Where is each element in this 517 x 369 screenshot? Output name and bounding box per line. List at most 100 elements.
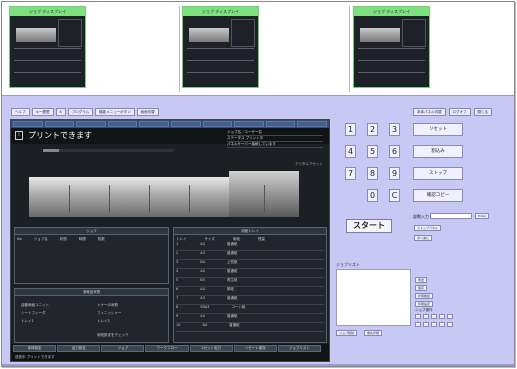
panel-title: 消耗品状態 (15, 289, 168, 296)
tab-one-set[interactable]: 1セット出力 (189, 345, 233, 352)
logoff-button[interactable]: ログオフ (448, 108, 471, 116)
screen-thumbnail[interactable]: ジョブ ディスプレイ (182, 6, 259, 88)
table-row[interactable]: 8 SRA3 コート紙 (176, 305, 324, 314)
reset-button[interactable]: リセット (413, 123, 463, 136)
key-7[interactable]: 7 (345, 167, 356, 180)
step-button[interactable] (423, 322, 429, 327)
machine-illustration (29, 167, 299, 217)
key-1[interactable]: 1 (345, 123, 356, 136)
help-button[interactable]: ヘルプ (11, 108, 30, 116)
tab-remote-save[interactable]: リモート保存 (233, 345, 277, 352)
screen-thumbnail[interactable]: ジョブ ディスプレイ (353, 6, 430, 88)
table-cell: A3 (200, 251, 205, 255)
function-menu-button[interactable]: 機能メニューボタン (95, 108, 135, 116)
key-5[interactable]: 5 (367, 145, 378, 158)
copies-input[interactable] (430, 213, 472, 219)
step-button[interactable] (447, 322, 453, 327)
tray-panel: 用紙トレイ トレイ サイズ 用紙 残量 1 A4 普通紙 2 A3 普通紙 3 B4 上質紙 4 A… (173, 227, 327, 343)
table-row[interactable]: 7 A3 普通紙 (176, 296, 324, 305)
key-4[interactable]: 4 (345, 145, 356, 158)
print-settings-button[interactable]: 印刷設定 (415, 301, 434, 307)
step-button[interactable] (431, 322, 437, 327)
status-check-button[interactable]: 状態確認 (415, 293, 434, 299)
screen-switch-button[interactable]: 画面切替 (136, 108, 159, 116)
table-cell: 1 (176, 242, 179, 246)
resend-button[interactable]: 再送 (415, 277, 428, 283)
tab-device-settings[interactable]: 本体設定 (13, 345, 57, 352)
table-cell: A4 (200, 314, 205, 318)
stop-button[interactable]: ストップ (413, 167, 463, 180)
table-row[interactable]: 4 A4 普通紙 (176, 269, 324, 278)
tab-job[interactable]: ジョブ (101, 345, 145, 352)
table-cell: 9 (176, 314, 179, 318)
screen-thumbnail[interactable]: ジョブ ディスプレイ (9, 6, 86, 88)
menu-item[interactable] (44, 121, 75, 127)
program-button[interactable]: プログラム (67, 108, 94, 116)
device-screen[interactable]: i プリントできます ジョブ名／ユーザー名 ステータス プリント中 パネルサーバ… (10, 119, 330, 362)
key-history-button[interactable]: キー履歴 (31, 108, 54, 116)
table-row[interactable]: 2 A3 普通紙 (176, 251, 324, 260)
divider (358, 48, 425, 49)
menu-item[interactable] (234, 121, 264, 127)
step-button[interactable] (447, 314, 453, 319)
table-cell: A3 (200, 296, 205, 300)
table-row[interactable]: 5 B5 再生紙 (176, 278, 324, 287)
close-button[interactable]: 閉じる (473, 108, 492, 116)
menu-item[interactable] (107, 121, 138, 127)
next-button[interactable]: 次へ進む (414, 235, 433, 241)
step-button[interactable] (439, 314, 445, 319)
thumbnail-preview (183, 16, 258, 87)
interrupt-button[interactable]: 割込み (413, 145, 463, 158)
step-button[interactable] (431, 314, 437, 319)
table-row[interactable]: 1 A4 普通紙 (176, 242, 324, 251)
proof-copy-button[interactable]: 確認コピー (413, 189, 463, 202)
divider (349, 6, 350, 92)
supplies-panel: 消耗品状態 自動両面ユニット トナーの消費 シートフィーダ フィニッシャー トレ… (14, 288, 169, 343)
menu-item[interactable] (76, 121, 106, 127)
key-9[interactable]: 9 (389, 167, 400, 180)
table-row[interactable]: 3 B4 上質紙 (176, 260, 324, 269)
enter-button[interactable]: Enter (475, 213, 490, 219)
key-6[interactable]: 6 (389, 145, 400, 158)
step-button[interactable] (415, 314, 421, 319)
menu-item[interactable] (13, 121, 43, 127)
key-2[interactable]: 2 (367, 123, 378, 136)
divider (358, 72, 425, 73)
table-cell: 6 (176, 287, 179, 291)
table-row[interactable]: 10 B4 普通紙 (176, 323, 324, 332)
step-button[interactable] (415, 322, 421, 327)
menu-item[interactable] (265, 121, 296, 127)
job-list-box[interactable] (336, 269, 411, 326)
screen-menu-bar (11, 120, 329, 128)
key-8[interactable]: 8 (367, 167, 378, 180)
check-label[interactable]: 用紙設定をチェック (97, 333, 129, 338)
status-line: パネルサーバー接続しています (227, 142, 323, 148)
tab-job-list[interactable]: ジョブリスト (277, 345, 321, 352)
menu-item[interactable] (297, 121, 327, 127)
start-button[interactable]: スタート (346, 219, 392, 233)
screen-footer: 本体設定 出力設定 ジョブ ワークフロー 1セット出力 リモート保存 ジョブリス… (11, 344, 329, 361)
step-button[interactable] (439, 322, 445, 327)
key-0[interactable]: 0 (367, 189, 378, 202)
key-3[interactable]: 3 (389, 123, 400, 136)
panel-switch-button[interactable]: 本体パネル切替 (413, 108, 446, 116)
column-header: サイズ (204, 237, 215, 241)
table-row[interactable]: 6 A4 厚紙 (176, 287, 324, 296)
bottom-border (2, 364, 514, 366)
menu-item[interactable] (139, 121, 169, 127)
step-button[interactable] (423, 314, 429, 319)
thumbnail-panel (58, 19, 82, 47)
save-button[interactable]: 保存 (415, 285, 428, 291)
machine-image (189, 28, 229, 42)
delete-job-button[interactable]: ジョブ削除 (336, 330, 358, 336)
tab-workflow[interactable]: ワークフロー (145, 345, 189, 352)
table-row[interactable]: 9 A4 普通紙 (176, 314, 324, 323)
menu-item[interactable] (170, 121, 201, 127)
table-cell: コート紙 (231, 305, 246, 309)
number-button[interactable]: 8 (55, 108, 66, 116)
tab-output-settings[interactable]: 出力設定 (57, 345, 101, 352)
priority-print-button[interactable]: 優先印刷 (364, 330, 383, 336)
clear-key[interactable]: C (389, 189, 400, 202)
menu-item[interactable] (202, 121, 233, 127)
stop-panel-button[interactable]: ストップパネル (414, 225, 442, 231)
